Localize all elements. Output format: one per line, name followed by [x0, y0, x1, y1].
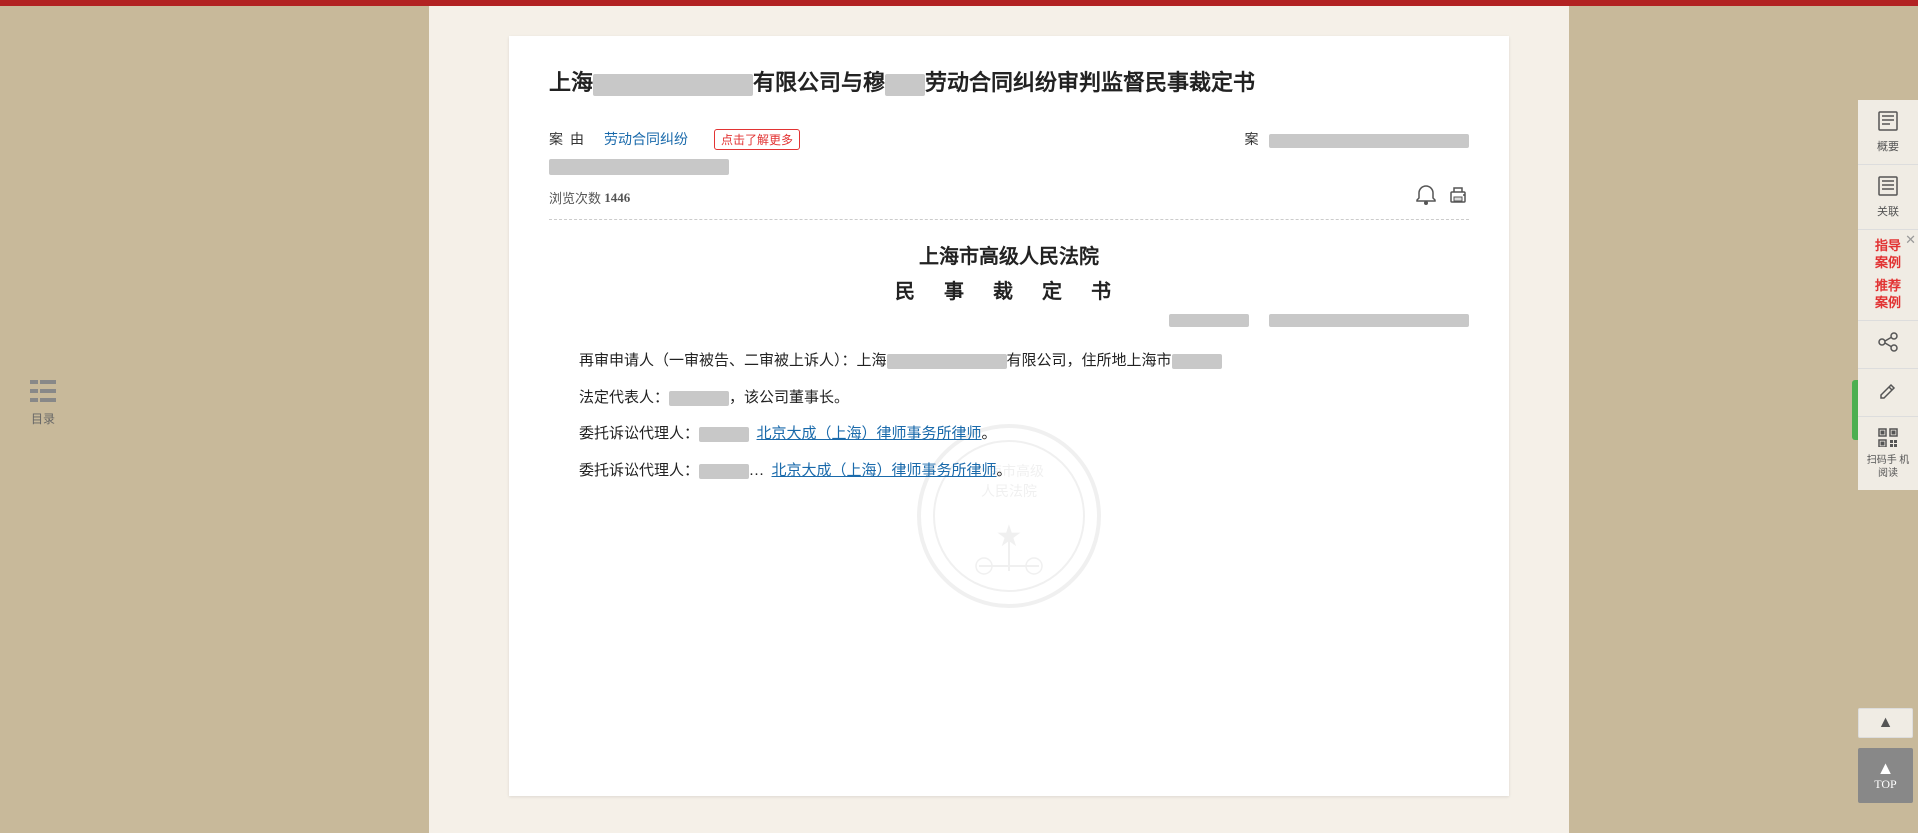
toc-button[interactable]: 目录	[30, 380, 56, 427]
scroll-up-icon: ▲	[1878, 714, 1894, 732]
body-paragraph-1: 再审申请人（一审被告、二审被上诉人）：上海 有限公司，住所地上海市	[549, 347, 1469, 376]
case-num-blur-3	[1269, 314, 1469, 327]
more-info-button[interactable]: 点击了解更多	[714, 129, 800, 150]
document-body: 再审申请人（一审被告、二审被上诉人）：上海 有限公司，住所地上海市 法定代表人：…	[549, 347, 1469, 485]
court-header: 上海市高级人民法院 民 事 裁 定 书	[549, 240, 1469, 304]
court-doc-type: 民 事 裁 定 书	[549, 275, 1469, 304]
body-paragraph-3: 委托诉讼代理人： 北京大成（上海）律师事务所律师。	[549, 420, 1469, 449]
scroll-up-button[interactable]: ▲	[1858, 708, 1913, 738]
guide-close-btn[interactable]: ✕	[1905, 232, 1916, 248]
blurred-row	[549, 158, 1469, 176]
sidebar-edit[interactable]	[1858, 368, 1918, 416]
blur-agent1	[699, 427, 749, 442]
svg-text:★: ★	[996, 520, 1023, 553]
top-label: TOP	[1874, 777, 1896, 792]
print-icon[interactable]	[1447, 184, 1469, 211]
blur-rep	[669, 391, 729, 406]
edit-icon	[1877, 379, 1899, 406]
summary-icon	[1877, 110, 1899, 138]
case-type-link[interactable]: 劳动合同纠纷	[604, 129, 688, 149]
top-red-bar	[0, 0, 1918, 6]
related-label: 关联	[1877, 206, 1899, 219]
blur-agent2	[699, 464, 749, 479]
scan-label: 扫码手 机阅读	[1862, 454, 1914, 480]
court-name: 上海市高级人民法院	[549, 240, 1469, 269]
sidebar-related[interactable]: 关联	[1858, 165, 1918, 230]
title-blur-2	[885, 74, 925, 96]
summary-label: 概要	[1877, 141, 1899, 154]
law-firm-link-2[interactable]: 北京大成（上海）律师事务所律师	[772, 463, 997, 479]
scroll-indicator	[1852, 380, 1858, 440]
sidebar-share[interactable]	[1858, 320, 1918, 368]
document-title: 上海 有限公司与穆 劳动合同纠纷审判监督民事裁定书	[549, 66, 1469, 99]
svg-text:人民法院: 人民法院	[981, 484, 1037, 500]
bell-icon[interactable]	[1415, 184, 1437, 211]
sidebar-summary[interactable]: 概要	[1858, 100, 1918, 165]
top-button[interactable]: ▲ TOP	[1858, 748, 1913, 803]
sidebar-scan[interactable]: 扫码手 机阅读	[1858, 416, 1918, 490]
right-sidebar: 概要 关联 ✕ 指导案例 推荐案例	[1858, 100, 1918, 490]
main-content: 上海 有限公司与穆 劳动合同纠纷审判监督民事裁定书 案 由 劳动合同纠纷 点击了…	[429, 6, 1569, 833]
top-arrow-icon: ▲	[1877, 759, 1895, 777]
share-icon	[1877, 331, 1899, 358]
scan-icon	[1877, 427, 1899, 452]
law-firm-link-1[interactable]: 北京大成（上海）律师事务所律师	[757, 426, 982, 442]
case-num-blur-2	[1169, 314, 1249, 327]
case-label: 案 由	[549, 129, 584, 149]
blur-address	[1172, 354, 1222, 369]
document-area: 上海 有限公司与穆 劳动合同纠纷审判监督民事裁定书 案 由 劳动合同纠纷 点击了…	[509, 36, 1509, 796]
sidebar-guide-case[interactable]: ✕ 指导案例 推荐案例	[1858, 230, 1918, 320]
blur-company	[887, 354, 1007, 369]
case-number-right: 案	[1245, 129, 1470, 149]
view-count-row: 浏览次数 1446	[549, 184, 1469, 220]
party-blur	[549, 159, 729, 175]
toc-icon	[30, 380, 56, 406]
page-wrapper: 目录 上海 有限公司与穆 劳动合同纠纷审判监督民事裁定书 案 由 劳动合同纠纷 …	[0, 0, 1918, 833]
title-blur-1	[593, 74, 753, 96]
view-count-number: 1446	[604, 190, 630, 206]
body-paragraph-4: 委托诉讼代理人： … 北京大成（上海）律师事务所律师。	[549, 457, 1469, 486]
body-paragraph-2: 法定代表人： ，该公司董事长。	[549, 384, 1469, 413]
toc-label: 目录	[31, 410, 55, 427]
case-info-row: 案 由 劳动合同纠纷 点击了解更多 案	[549, 129, 1469, 150]
case-num-blur	[1269, 134, 1469, 148]
related-icon	[1877, 175, 1899, 203]
recommend-case-label: 推荐案例	[1862, 278, 1914, 312]
doc-case-num-row	[549, 314, 1469, 327]
